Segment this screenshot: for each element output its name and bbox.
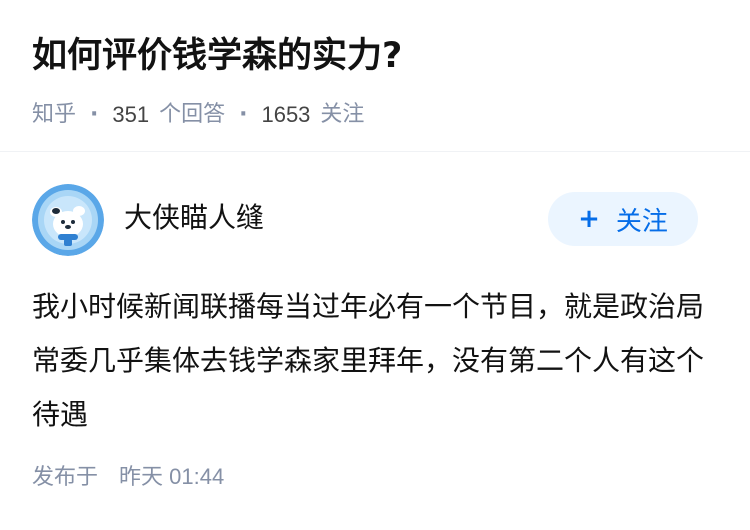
plus-icon: + xyxy=(578,204,600,234)
answer-author: 大侠瞄人缝 + 关注 xyxy=(32,184,698,256)
published-label: 发布于 xyxy=(32,465,99,490)
answer-footer: 发布于 昨天 01:44 xyxy=(32,462,224,493)
source-label[interactable]: 知乎 xyxy=(32,100,76,130)
follow-button-label: 关注 xyxy=(615,206,668,237)
question-title[interactable]: 如何评价钱学森的实力? xyxy=(32,30,722,82)
author-name[interactable]: 大侠瞄人缝 xyxy=(124,198,264,238)
mascot-avatar-icon xyxy=(32,184,104,256)
avatar[interactable] xyxy=(32,184,104,256)
question-header: 如何评价钱学森的实力? 知乎 · 351 个回答 · 1653 关注 xyxy=(32,30,722,130)
answer-content[interactable]: 我小时候新闻联播每当过年必有一个节目，就是政治局常委几乎集体去钱学森家里拜年，没… xyxy=(32,280,718,442)
separator-dot: · xyxy=(239,102,248,127)
followers-label: 关注 xyxy=(320,102,365,127)
answers-count: 351 xyxy=(112,102,150,127)
question-meta: 知乎 · 351 个回答 · 1653 关注 xyxy=(32,100,722,130)
published-time: 昨天 01:44 xyxy=(119,464,225,489)
followers-count: 1653 xyxy=(261,102,311,127)
section-divider xyxy=(0,151,750,152)
answers-label: 个回答 xyxy=(159,102,226,127)
separator-dot: · xyxy=(90,102,99,127)
follow-button[interactable]: + 关注 xyxy=(548,192,698,246)
